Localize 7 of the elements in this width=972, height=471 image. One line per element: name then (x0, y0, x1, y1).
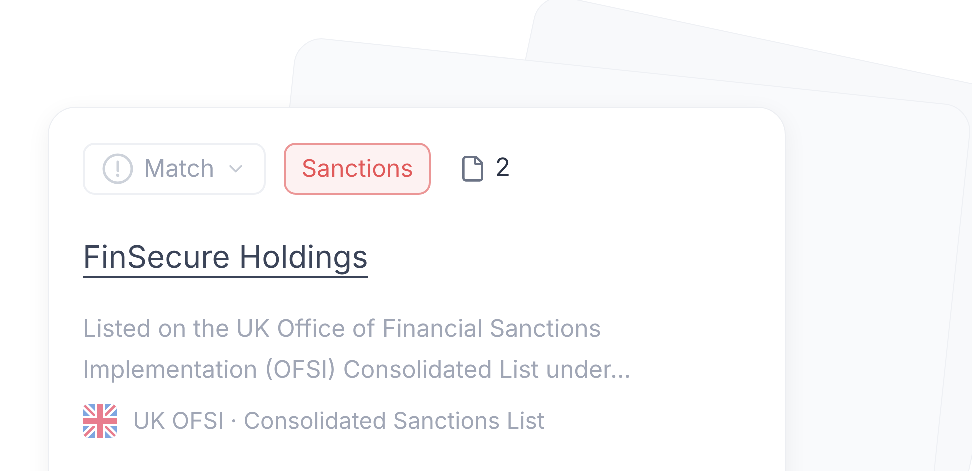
alert-circle-icon (102, 153, 134, 185)
entity-title-link[interactable]: FinSecure Holdings (83, 235, 368, 282)
sanctions-tag: Sanctions (284, 143, 432, 195)
entity-description: Listed on the UK Office of Financial Sanctions Implementation (OFSI) Consolidated List under... (83, 312, 632, 386)
document-count: 2 (495, 152, 511, 186)
source-text: UK OFSI · Consolidated Sanctions List (133, 406, 545, 436)
uk-flag-icon (83, 404, 117, 438)
